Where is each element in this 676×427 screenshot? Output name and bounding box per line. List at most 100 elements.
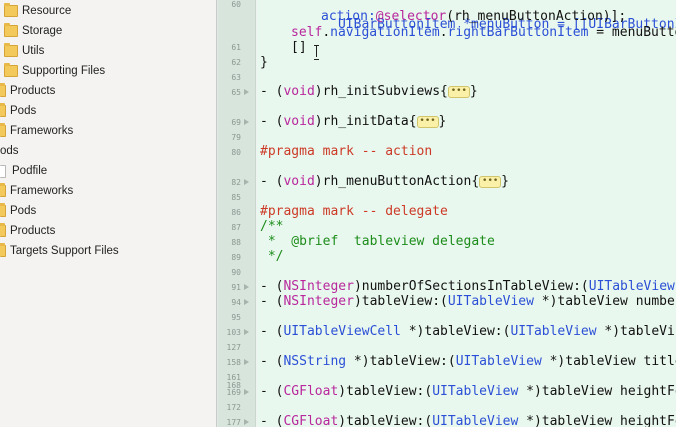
code-token: UITableView (447, 294, 534, 309)
code-token: = menuButto (588, 25, 676, 40)
fold-ribbon-icon[interactable] (244, 389, 249, 395)
code-token: #pragma mark -- action (260, 144, 433, 159)
code-token: void (283, 84, 315, 99)
code-token: CGFloat (283, 384, 339, 399)
code-token: } (469, 84, 478, 99)
navigator-item-pods[interactable]: Pods (0, 101, 216, 121)
folded-code-placeholder[interactable]: ••• (479, 175, 502, 188)
code-line: [] (291, 37, 307, 59)
code-token: *)tableView numbe (533, 294, 675, 309)
fold-ribbon-icon[interactable] (244, 119, 249, 125)
line-number: 169 (226, 388, 241, 397)
navigator-item-storage[interactable]: Storage (0, 21, 216, 41)
code-token: )rh_initData{ (314, 114, 417, 129)
code-token: */ (260, 249, 284, 264)
code-line: - (UITableViewCell *)tableView:(UITableV… (260, 321, 675, 343)
line-number: 62 (231, 58, 241, 67)
navigator-item-label: Utils (22, 45, 45, 57)
line-number: 87 (231, 223, 241, 232)
fold-ribbon-icon[interactable] (244, 89, 249, 95)
code-token: )tableView:( (338, 414, 433, 427)
navigator-item-resource[interactable]: Resource (0, 1, 216, 21)
code-token: NSString (283, 354, 347, 369)
fold-ribbon-icon[interactable] (244, 299, 249, 305)
code-token: - ( (260, 84, 284, 99)
navigator-item-label: Storage (22, 25, 63, 37)
code-token: - ( (260, 114, 284, 129)
line-number: 65 (231, 88, 241, 97)
navigator-item-frameworks[interactable]: Frameworks (0, 121, 216, 141)
navigator-item-targets-support-files[interactable]: Targets Support Files (0, 241, 216, 261)
line-number: 85 (231, 193, 241, 202)
line-number: 69 (231, 118, 241, 127)
fold-ribbon-icon[interactable] (244, 419, 249, 425)
code-token: CGFloat (283, 414, 339, 427)
navigator-item-utils[interactable]: Utils (0, 41, 216, 61)
code-line: */ (260, 246, 284, 268)
code-token: - ( (260, 294, 284, 309)
code-line: #pragma mark -- action (260, 141, 432, 163)
folder-icon (4, 23, 18, 37)
fold-ribbon-icon[interactable] (244, 359, 249, 365)
code-token: . (322, 25, 331, 40)
navigator-item-podfile[interactable]: Podfile (0, 161, 216, 181)
source-editor[interactable]: UIBarButtonItem *menuButton = [[UIBarBut… (257, 0, 676, 427)
navigator-item-label: Products (10, 85, 56, 97)
code-token: - ( (260, 174, 284, 189)
code-line: * @brief tableview delegate (260, 231, 495, 253)
code-token: * @brief tableview delegate (260, 234, 495, 249)
line-number: 63 (231, 73, 241, 82)
line-number: 79 (231, 133, 241, 142)
navigator-item-products-2[interactable]: Products (0, 221, 216, 241)
code-token: UITableView (432, 414, 519, 427)
code-token: )rh_initSubviews{ (314, 84, 448, 99)
navigator-item-pods-2[interactable]: Pods (0, 201, 216, 221)
navigator-item-label: Pods (10, 205, 37, 217)
line-number: 94 (231, 298, 241, 307)
code-token: *)tableView:( (346, 354, 456, 369)
folder-icon (0, 203, 6, 217)
code-line: - (NSInteger)tableView:(UITableView *)ta… (260, 291, 675, 313)
code-token: *)tableView title (541, 354, 676, 369)
code-token: . (439, 25, 448, 40)
folded-code-placeholder[interactable]: ••• (447, 85, 470, 98)
code-token: void (283, 114, 315, 129)
code-token: - ( (260, 384, 284, 399)
navigator-item-label: Supporting Files (22, 65, 106, 77)
navigator-item-products[interactable]: Products (0, 81, 216, 101)
code-token: navigationItem (330, 25, 440, 40)
fold-ribbon-icon[interactable] (244, 329, 249, 335)
code-line: - (void)rh_initData{•••} (260, 111, 446, 133)
code-line: - (void)rh_menuButtonAction{•••} (260, 171, 509, 193)
folder-icon (4, 63, 18, 77)
folder-icon (0, 83, 6, 97)
fold-ribbon-icon[interactable] (244, 284, 249, 290)
fold-ribbon-icon[interactable] (244, 179, 249, 185)
folder-icon (0, 243, 6, 257)
xcode-window: Resource Storage Utils Supporting Files … (0, 0, 676, 427)
code-token: UITableViewCell (283, 324, 401, 339)
code-line: - (CGFloat)tableView:(UITableView *)tabl… (260, 411, 676, 427)
file-icon (0, 164, 6, 178)
line-number: 86 (231, 208, 241, 217)
navigator-item-supporting-files[interactable]: Supporting Files (0, 61, 216, 81)
navigator-group-pods-project[interactable]: ods (0, 141, 216, 161)
line-number: 95 (231, 313, 241, 322)
folded-code-placeholder[interactable]: ••• (416, 115, 439, 128)
line-number: 172 (226, 403, 241, 412)
navigator-item-label: Frameworks (10, 185, 74, 197)
line-number: 80 (231, 148, 241, 157)
code-line: - (void)rh_initSubviews{•••} (260, 81, 478, 103)
navigator-item-frameworks-2[interactable]: Frameworks (0, 181, 216, 201)
line-number: 60 (231, 0, 241, 9)
ibeam-cursor-icon (313, 45, 320, 60)
code-token: *)tableView heightFo (518, 384, 676, 399)
navigator-item-label: Frameworks (10, 125, 74, 137)
folder-icon (0, 183, 6, 197)
code-token: rightBarButtonItem (447, 25, 589, 40)
code-line: - (CGFloat)tableView:(UITableView *)tabl… (260, 381, 676, 403)
code-token: void (283, 174, 315, 189)
code-token: *)tableView:( (400, 324, 511, 339)
code-token: - ( (260, 354, 284, 369)
line-number: 103 (226, 328, 241, 337)
